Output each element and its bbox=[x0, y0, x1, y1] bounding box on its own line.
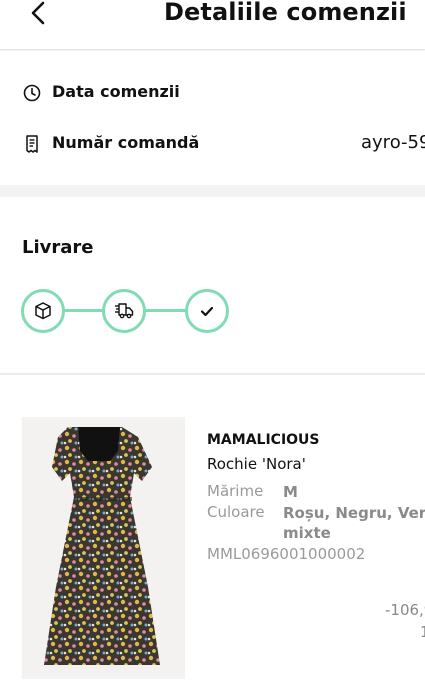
receipt-icon bbox=[26, 135, 38, 153]
order-info-section: Data comenzii Număr comandă ayro-59 bbox=[0, 51, 425, 185]
product-brand: MAMALICIOUS bbox=[207, 432, 320, 448]
back-button[interactable] bbox=[26, 0, 52, 28]
color-value-continued: mixte bbox=[283, 524, 331, 542]
section-divider bbox=[0, 185, 425, 197]
delivery-step-packed bbox=[21, 289, 65, 333]
delivery-section: Livrare bbox=[0, 197, 425, 373]
product-sku: MML0696001000002 bbox=[207, 545, 366, 563]
product-item[interactable]: MAMALICIOUS Rochie 'Nora' Mărime M Culoa… bbox=[0, 375, 425, 700]
top-app-bar: Detaliile comenzii bbox=[0, 0, 425, 50]
size-value: M bbox=[283, 483, 298, 501]
product-image[interactable] bbox=[22, 417, 185, 679]
page-title: Detaliile comenzii bbox=[164, 0, 407, 26]
checkmark-icon bbox=[200, 306, 214, 317]
delivery-title: Livrare bbox=[22, 237, 94, 258]
order-number-row: Număr comandă ayro-59 bbox=[22, 132, 425, 156]
order-date-label: Data comenzii bbox=[52, 82, 180, 101]
dress-image bbox=[44, 427, 160, 665]
delivery-step-shipped bbox=[102, 289, 146, 333]
clock-icon bbox=[23, 84, 41, 102]
color-value: Roșu, Negru, Verde bbox=[283, 504, 425, 522]
chevron-left-icon bbox=[31, 1, 45, 25]
size-label: Mărime bbox=[207, 482, 264, 500]
order-number-value: ayro-59 bbox=[361, 132, 425, 153]
order-date-row: Data comenzii bbox=[22, 81, 425, 105]
product-price: -106,9 bbox=[385, 601, 425, 619]
order-number-label: Număr comandă bbox=[52, 133, 200, 152]
delivery-step-delivered bbox=[185, 289, 229, 333]
color-label: Culoare bbox=[207, 503, 265, 521]
package-icon bbox=[35, 302, 51, 320]
product-price-extra: 1 bbox=[420, 623, 425, 641]
product-name: Rochie 'Nora' bbox=[207, 455, 306, 473]
progress-connector bbox=[145, 309, 187, 312]
progress-connector bbox=[63, 309, 103, 312]
delivery-truck-icon bbox=[115, 303, 134, 319]
